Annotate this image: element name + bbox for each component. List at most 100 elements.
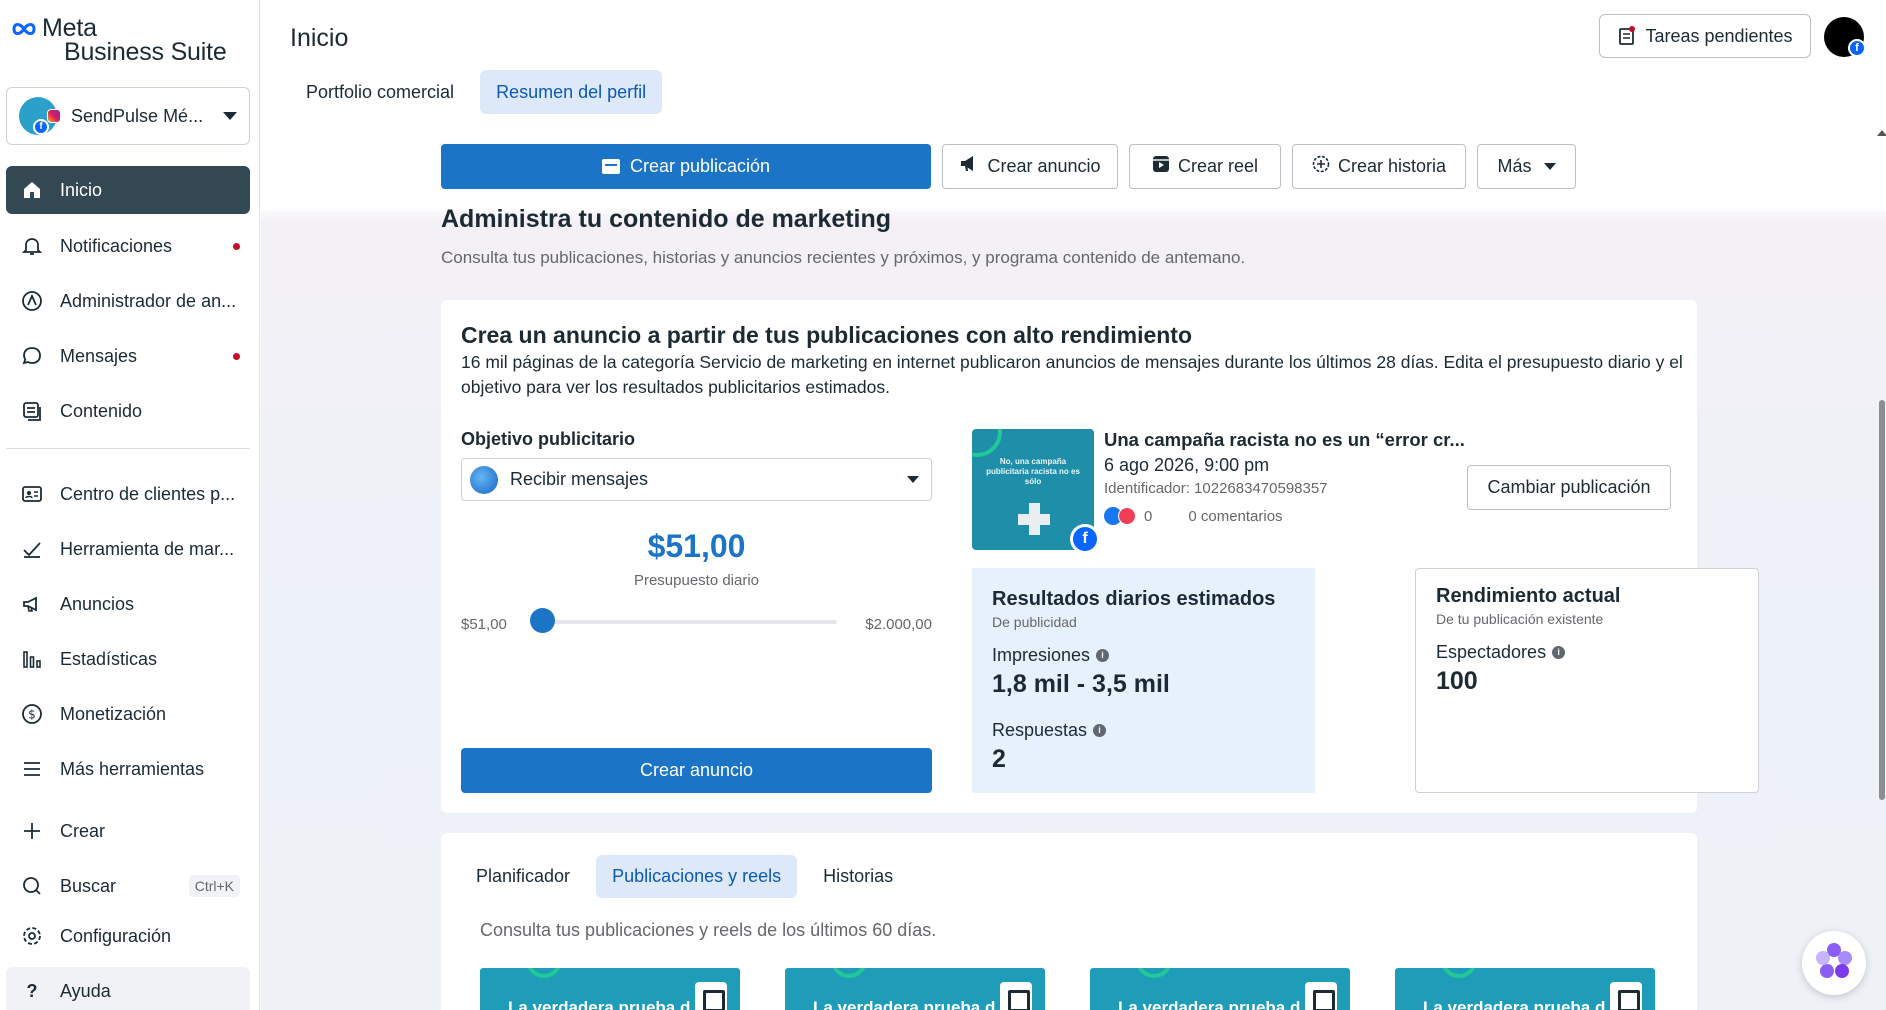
assistant-icon-petal: [1835, 964, 1849, 978]
sidebar-item-estadisticas[interactable]: Estadísticas: [6, 635, 250, 683]
info-icon[interactable]: i: [1096, 649, 1110, 662]
sidebar-item-label: Herramienta de mar...: [60, 538, 235, 559]
reaction-count: 0: [1144, 507, 1153, 525]
tab-resumen-del-perfil[interactable]: Resumen del perfil: [480, 70, 663, 114]
objective-select[interactable]: Recibir mensajes: [461, 458, 932, 501]
create-post-label: Crear publicación: [629, 156, 771, 176]
sidebar-item-configuracion[interactable]: Configuración: [6, 912, 250, 960]
budget-slider-handle[interactable]: [530, 608, 555, 633]
posts-tabs: Planificador Publicaciones y reels Histo…: [460, 855, 919, 898]
responses-value: 2: [992, 745, 1006, 773]
posts-thumbnails: La verdadera prueba d La verdadera prueb…: [480, 968, 1697, 1010]
create-reel-label: Crear reel: [1177, 156, 1259, 176]
objective-icon: [470, 465, 498, 494]
search-shortcut-badge: Ctrl+K: [188, 875, 240, 897]
meta-business-suite-logo[interactable]: Meta Business Suite: [10, 14, 227, 65]
facebook-icon: f: [33, 119, 49, 135]
post-title: Una campaña racista no es un “error cr..…: [1104, 429, 1464, 450]
pending-tasks-button[interactable]: Tareas pendientes: [1599, 14, 1811, 58]
section-title: Administra tu contenido de marketing: [441, 205, 892, 233]
sidebar-item-label: Más herramientas: [60, 758, 205, 779]
viewers-value: 100: [1436, 667, 1478, 695]
sidebar-item-inicio[interactable]: Inicio: [6, 166, 250, 214]
sidebar-item-notificaciones[interactable]: Notificaciones: [6, 222, 250, 270]
create-ad-label: Crear anuncio: [987, 156, 1101, 176]
sidebar-item-label: Administrador de an...: [60, 290, 237, 311]
budget-slider-track[interactable]: [531, 620, 837, 624]
multiple-media-icon: [1610, 982, 1642, 1010]
sidebar-item-label: Centro de clientes p...: [60, 483, 236, 504]
scrollbar-thumb[interactable]: [1879, 400, 1885, 800]
info-icon[interactable]: i: [1093, 724, 1107, 737]
sidebar-item-centro-clientes[interactable]: Centro de clientes p...: [6, 470, 250, 518]
estimated-results-panel: Resultados diarios estimados De publicid…: [972, 568, 1315, 793]
post-card[interactable]: La verdadera prueba d: [785, 968, 1045, 1010]
megaphone-icon: [959, 155, 979, 178]
create-reel-button[interactable]: Crear reel: [1129, 144, 1281, 189]
dollar-icon: $: [18, 700, 46, 728]
create-story-label: Crear historia: [1337, 156, 1447, 176]
sidebar-item-ayuda[interactable]: ? Ayuda: [6, 967, 250, 1010]
content-icon: [18, 397, 46, 425]
post-card-text: La verdadera prueba d: [1423, 998, 1606, 1010]
tool-icon: [18, 535, 46, 563]
posts-card: Planificador Publicaciones y reels Histo…: [441, 833, 1697, 1010]
thumbnail-decoration: [972, 429, 1002, 457]
sidebar-item-anuncios[interactable]: Anuncios: [6, 580, 250, 628]
create-ad-cta-button[interactable]: Crear anuncio: [461, 748, 932, 793]
more-button[interactable]: Más: [1477, 144, 1576, 189]
sidebar-item-buscar[interactable]: Buscar Ctrl+K: [6, 862, 250, 910]
sidebar-item-label: Inicio: [60, 179, 103, 200]
multiple-media-icon: [695, 982, 727, 1010]
change-post-button[interactable]: Cambiar publicación: [1467, 465, 1671, 510]
tab-historias[interactable]: Historias: [807, 855, 909, 898]
contacts-icon: [18, 480, 46, 508]
sidebar-item-label: Anuncios: [60, 593, 135, 614]
sidebar-item-mensajes[interactable]: Mensajes: [6, 332, 250, 380]
create-story-button[interactable]: Crear historia: [1292, 144, 1466, 189]
create-post-button[interactable]: Crear publicación: [441, 144, 931, 189]
viewers-label: Espectadores i: [1436, 642, 1566, 663]
sidebar-item-herramienta-marketing[interactable]: Herramienta de mar...: [6, 525, 250, 573]
notification-dot: [233, 242, 240, 250]
post-card[interactable]: La verdadera prueba d: [1395, 968, 1655, 1010]
search-icon: [18, 872, 46, 900]
sidebar-item-crear[interactable]: Crear: [6, 807, 250, 855]
notification-dot: [233, 352, 240, 360]
ai-assistant-button[interactable]: [1802, 931, 1866, 995]
sidebar-item-monetizacion[interactable]: $ Monetización: [6, 690, 250, 738]
menu-icon: [18, 755, 46, 783]
multiple-media-icon: [1000, 982, 1032, 1010]
love-reaction-icon: [1118, 507, 1136, 525]
post-icon: [601, 159, 620, 174]
logo-text: Meta Business Suite: [42, 14, 227, 65]
current-performance-panel: Rendimiento actual De tu publicación exi…: [1415, 568, 1759, 793]
sidebar-item-administrador-anuncios[interactable]: Administrador de an...: [6, 277, 250, 325]
profile-avatar[interactable]: f: [1824, 17, 1866, 57]
sidebar-item-label: Configuración: [60, 925, 172, 946]
daily-budget-amount: $51,00: [647, 528, 746, 564]
create-ad-button[interactable]: Crear anuncio: [942, 144, 1118, 189]
sidebar-item-contenido[interactable]: Contenido: [6, 387, 250, 435]
impressions-label: Impresiones i: [992, 645, 1110, 666]
instagram-icon: [47, 109, 61, 123]
meta-infinity-icon: [12, 23, 36, 35]
post-card[interactable]: La verdadera prueba d: [480, 968, 740, 1010]
objective-value: Recibir mensajes: [510, 469, 649, 489]
account-name: SendPulse Mé...: [71, 105, 204, 126]
logo-brand: Meta: [42, 14, 97, 42]
thumbnail-decoration: [1441, 968, 1477, 978]
tab-planificador[interactable]: Planificador: [460, 855, 586, 898]
thumbnail-decoration: [526, 968, 562, 978]
sidebar-item-mas-herramientas[interactable]: Más herramientas: [6, 745, 250, 793]
scroll-up-arrow[interactable]: [1877, 130, 1886, 136]
more-label: Más: [1497, 156, 1532, 176]
post-card[interactable]: La verdadera prueba d: [1090, 968, 1350, 1010]
slider-max-label: $2.000,00: [865, 616, 932, 633]
tab-portfolio-comercial[interactable]: Portfolio comercial: [290, 70, 470, 114]
tab-publicaciones-y-reels[interactable]: Publicaciones y reels: [596, 855, 798, 898]
account-switcher[interactable]: f SendPulse Mé...: [6, 87, 250, 145]
info-icon[interactable]: i: [1552, 646, 1566, 659]
gear-icon: [18, 922, 46, 950]
estimated-results-title: Resultados diarios estimados: [992, 588, 1276, 610]
